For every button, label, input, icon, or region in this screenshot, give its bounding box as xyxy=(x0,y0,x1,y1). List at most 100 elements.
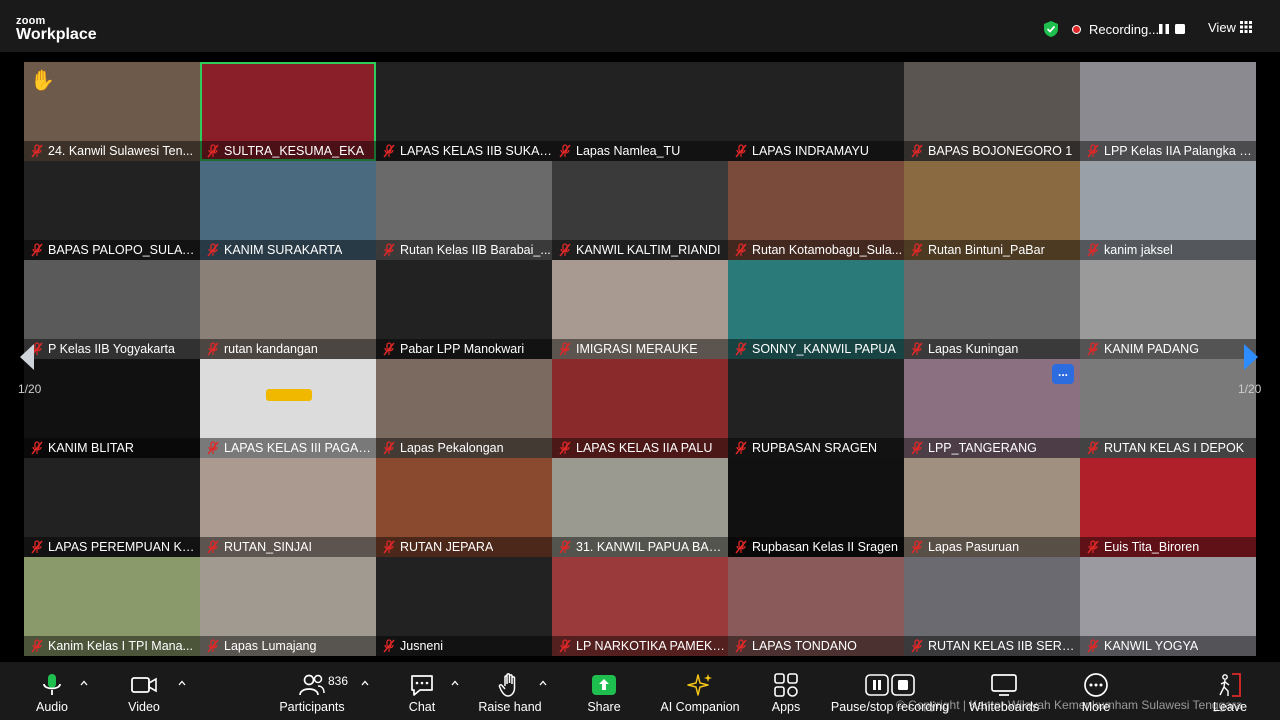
pause-recording-icon[interactable] xyxy=(1158,23,1170,35)
reactions-chevron-icon[interactable] xyxy=(539,680,547,686)
participant-tile[interactable]: Kanim Kelas I TPI Mana... xyxy=(24,557,200,656)
raise-hand-button[interactable]: Raise hand xyxy=(478,662,542,720)
participant-tile[interactable]: LAPAS KELAS IIA PALU xyxy=(552,359,728,458)
chevron-left-icon[interactable] xyxy=(16,342,38,372)
participant-tile[interactable]: KANWIL KALTIM_RIANDI xyxy=(552,161,728,260)
video-options-chevron-icon[interactable] xyxy=(178,680,186,686)
participant-name-bar: rutan kandangan xyxy=(200,339,376,359)
grid-view-icon[interactable] xyxy=(1240,21,1252,33)
participant-name: LAPAS KELAS III PAGAR ... xyxy=(224,441,376,455)
participant-tile[interactable]: RUTAN_SINJAI xyxy=(200,458,376,557)
participant-name: KANIM BLITAR xyxy=(48,441,134,455)
participant-tile[interactable]: LAPAS PEREMPUAN KEL... xyxy=(24,458,200,557)
raised-hand-icon: ✋ xyxy=(30,70,55,92)
participant-name: Rutan Kotamobagu_Sula... xyxy=(752,243,903,257)
tile-more-options-button[interactable]: ... xyxy=(1052,364,1074,384)
video-camera-icon xyxy=(131,677,157,693)
muted-microphone-icon xyxy=(207,441,219,455)
participant-tile[interactable]: RUTAN KELAS IIB SERANG xyxy=(904,557,1080,656)
apps-button[interactable]: Apps xyxy=(766,662,806,720)
participant-tile[interactable]: RUPBASAN SRAGEN xyxy=(728,359,904,458)
muted-microphone-icon xyxy=(735,639,747,653)
participant-tile[interactable]: RUTAN JEPARA xyxy=(376,458,552,557)
participants-button[interactable]: 836 Participants xyxy=(276,662,352,720)
participant-name-bar: SONNY_KANWIL PAPUA xyxy=(728,339,904,359)
shield-check-icon[interactable] xyxy=(1042,20,1060,38)
participant-name: LAPAS INDRAMAYU xyxy=(752,144,869,158)
participants-count: 836 xyxy=(328,674,349,688)
ai-companion-button[interactable]: AI Companion xyxy=(660,662,740,720)
participant-tile[interactable]: LPP Kelas IIA Palangka R... xyxy=(1080,62,1256,161)
participant-tile[interactable]: LAPAS KELAS IIB SUKAB... xyxy=(376,62,552,161)
participant-tile[interactable]: Lapas Lumajang xyxy=(200,557,376,656)
chat-options-chevron-icon[interactable] xyxy=(451,680,459,686)
participant-tile[interactable]: KANWIL YOGYA xyxy=(1080,557,1256,656)
participant-name: IMIGRASI MERAUKE xyxy=(576,342,698,356)
participant-name-bar: Euis Tita_Biroren xyxy=(1080,537,1256,557)
participant-tile[interactable]: Lapas Namlea_TU xyxy=(552,62,728,161)
participant-tile[interactable]: Rupbasan Kelas II Sragen xyxy=(728,458,904,557)
participant-name-bar: LPP_TANGERANG xyxy=(904,438,1080,458)
participant-tile[interactable]: Euis Tita_Biroren xyxy=(1080,458,1256,557)
stop-recording-icon[interactable] xyxy=(1174,23,1186,35)
participant-tile[interactable]: Lapas Pekalongan xyxy=(376,359,552,458)
muted-microphone-icon xyxy=(207,540,219,554)
participant-name: LAPAS KELAS IIB SUKAB... xyxy=(400,144,552,158)
muted-microphone-icon xyxy=(559,243,571,257)
participant-tile[interactable]: SULTRA_KESUMA_EKA xyxy=(200,62,376,161)
chat-button[interactable]: Chat xyxy=(398,662,446,720)
participant-tile[interactable]: rutan kandangan xyxy=(200,260,376,359)
participant-tile[interactable]: ... LPP_TANGERANG xyxy=(904,359,1080,458)
participant-tile[interactable]: SONNY_KANWIL PAPUA xyxy=(728,260,904,359)
participant-tile[interactable]: ✋ 24. Kanwil Sulawesi Ten... xyxy=(24,62,200,161)
participant-name: Rupbasan Kelas II Sragen xyxy=(752,540,898,554)
raise-hand-icon xyxy=(498,673,516,697)
participant-tile[interactable]: LAPAS INDRAMAYU xyxy=(728,62,904,161)
muted-microphone-icon xyxy=(207,342,219,356)
chevron-right-icon[interactable] xyxy=(1240,342,1262,372)
participants-options-chevron-icon[interactable] xyxy=(361,680,369,686)
participant-tile[interactable]: LAPAS TONDANO xyxy=(728,557,904,656)
participant-tile[interactable]: LAPAS KELAS III PAGAR ... xyxy=(200,359,376,458)
prev-page-control[interactable]: 1/20 xyxy=(0,320,56,404)
view-button[interactable]: View xyxy=(1208,20,1236,35)
participant-name-bar: LAPAS KELAS IIA PALU xyxy=(552,438,728,458)
muted-microphone-icon xyxy=(383,144,395,158)
audio-button[interactable]: Audio xyxy=(30,662,90,720)
participant-tile[interactable]: Jusneni xyxy=(376,557,552,656)
muted-microphone-icon xyxy=(31,540,43,554)
recording-label: Recording... xyxy=(1089,22,1160,37)
participant-tile[interactable]: IMIGRASI MERAUKE xyxy=(552,260,728,359)
participant-name-bar: RUTAN KELAS IIB SERANG xyxy=(904,636,1080,656)
participant-tile[interactable]: BAPAS BOJONEGORO 1 xyxy=(904,62,1080,161)
video-button[interactable]: Video xyxy=(118,662,178,720)
participant-tile[interactable]: Rutan Kelas IIB Barabai_... xyxy=(376,161,552,260)
participant-tile[interactable]: KANIM SURAKARTA xyxy=(200,161,376,260)
copyright-watermark: © Copyright | Kantor Wilayah Kemenkumham… xyxy=(896,698,1243,712)
audio-options-chevron-icon[interactable] xyxy=(80,680,88,686)
participant-tile[interactable]: Rutan Bintuni_PaBar xyxy=(904,161,1080,260)
participant-name: RUTAN KELAS IIB SERANG xyxy=(928,639,1080,653)
participant-tile[interactable]: 31. KANWIL PAPUA BARAT xyxy=(552,458,728,557)
participant-name: RUTAN_SINJAI xyxy=(224,540,312,554)
participant-tile[interactable]: BAPAS PALOPO_SULAWE... xyxy=(24,161,200,260)
muted-microphone-icon xyxy=(911,342,923,356)
muted-microphone-icon xyxy=(1087,441,1099,455)
share-screen-button[interactable]: Share xyxy=(582,662,626,720)
participant-name: KANWIL KALTIM_RIANDI xyxy=(576,243,721,257)
participant-name: LAPAS KELAS IIA PALU xyxy=(576,441,713,455)
participant-tile[interactable]: LP NARKOTIKA PAMEKA... xyxy=(552,557,728,656)
muted-microphone-icon xyxy=(31,144,43,158)
participant-tile[interactable]: kanim jaksel xyxy=(1080,161,1256,260)
participant-tile[interactable]: Pabar LPP Manokwari xyxy=(376,260,552,359)
participant-tile[interactable]: Lapas Kuningan xyxy=(904,260,1080,359)
next-page-control[interactable]: 1/20 xyxy=(1222,320,1280,404)
participant-tile[interactable]: Rutan Kotamobagu_Sula... xyxy=(728,161,904,260)
video-grid: ✋ 24. Kanwil Sulawesi Ten... SULTRA_KESUMA… xyxy=(24,62,1256,656)
participant-name-bar: Kanim Kelas I TPI Mana... xyxy=(24,636,200,656)
sparkle-icon xyxy=(687,674,712,696)
participant-tile[interactable]: Lapas Pasuruan xyxy=(904,458,1080,557)
ai-companion-label: AI Companion xyxy=(660,700,740,714)
participant-name: SONNY_KANWIL PAPUA xyxy=(752,342,896,356)
participant-name-bar: Lapas Namlea_TU xyxy=(552,141,728,161)
